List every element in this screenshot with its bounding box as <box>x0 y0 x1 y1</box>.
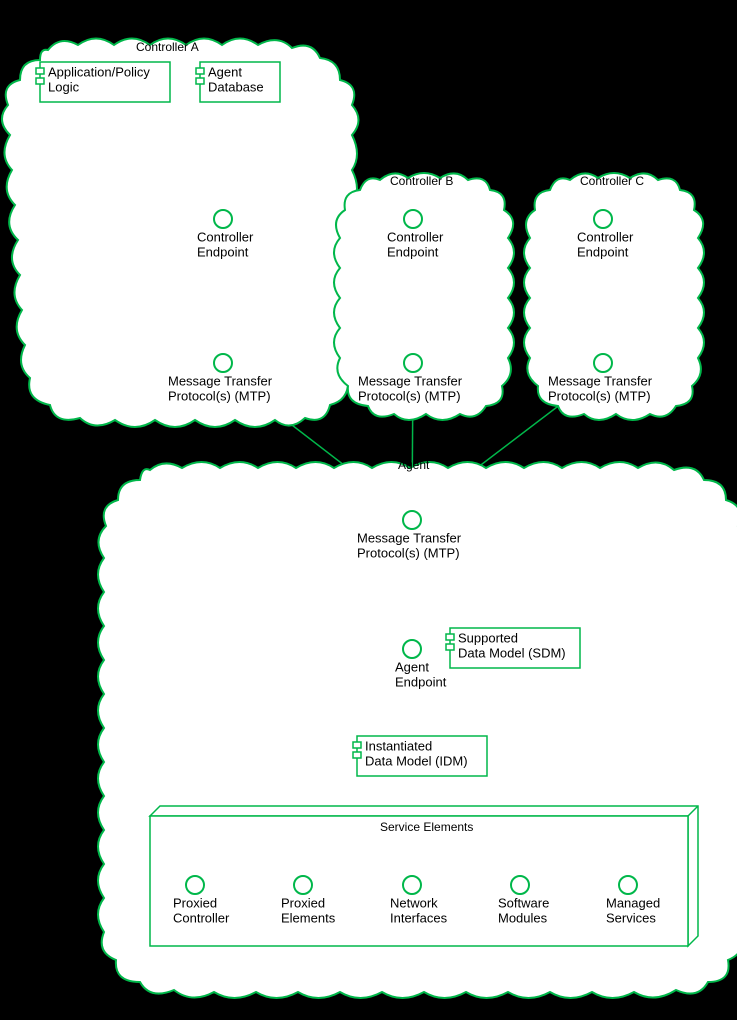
service-elements-title: Service Elements <box>380 820 473 834</box>
svc1-l1: Proxied <box>281 896 325 911</box>
controller-c-mtp-label1: Message Transfer <box>548 374 653 389</box>
controller-b-endpoint-label1: Controller <box>387 230 444 245</box>
app-policy-label2: Logic <box>48 80 80 95</box>
svc0-l2: Controller <box>173 911 230 926</box>
idm-label2: Data Model (IDM) <box>365 754 468 769</box>
app-policy-label1: Application/Policy <box>48 65 150 80</box>
agent-mtp-node <box>403 511 421 529</box>
svc2-l1: Network <box>390 896 438 911</box>
idm-label1: Instantiated <box>365 739 432 754</box>
controller-c-mtp-node <box>594 354 612 372</box>
agent-mtp-label2: Protocol(s) (MTP) <box>357 546 460 561</box>
controller-a-mtp-label1: Message Transfer <box>168 374 273 389</box>
idm-box: Instantiated Data Model (IDM) <box>353 736 487 776</box>
controller-c-endpoint-label2: Endpoint <box>577 245 629 260</box>
controller-a-title: Controller A <box>136 40 199 54</box>
agent-title: Agent <box>398 458 430 472</box>
app-policy-box: Application/Policy Logic <box>36 62 170 102</box>
agent-endpoint-label1: Agent <box>395 660 429 675</box>
agent-db-label1: Agent <box>208 65 242 80</box>
agent-mtp-label1: Message Transfer <box>357 531 462 546</box>
svc1-l2: Elements <box>281 911 336 926</box>
sdm-box: Supported Data Model (SDM) <box>446 628 580 668</box>
controller-b-mtp-node <box>404 354 422 372</box>
controller-b-mtp-label1: Message Transfer <box>358 374 463 389</box>
svc3-l1: Software <box>498 896 549 911</box>
sdm-label2: Data Model (SDM) <box>458 646 566 661</box>
controller-b-mtp-label2: Protocol(s) (MTP) <box>358 389 461 404</box>
controller-c-endpoint-label1: Controller <box>577 230 634 245</box>
svc2-l2: Interfaces <box>390 911 448 926</box>
controller-c-title: Controller C <box>580 174 644 188</box>
svc4-l1: Managed <box>606 896 660 911</box>
controller-b-endpoint-node <box>404 210 422 228</box>
controller-a-endpoint-label1: Controller <box>197 230 254 245</box>
agent-endpoint-node <box>403 640 421 658</box>
controller-b-title: Controller B <box>390 174 453 188</box>
agent-db-label2: Database <box>208 80 264 95</box>
svc4-l2: Services <box>606 911 656 926</box>
controller-b-endpoint-label2: Endpoint <box>387 245 439 260</box>
svc3-l2: Modules <box>498 911 548 926</box>
controller-a-endpoint-node <box>214 210 232 228</box>
controller-a-mtp-label2: Protocol(s) (MTP) <box>168 389 271 404</box>
agent-db-box: Agent Database <box>196 62 280 102</box>
controller-a-endpoint-label2: Endpoint <box>197 245 249 260</box>
controller-c-endpoint-node <box>594 210 612 228</box>
controller-a-mtp-node <box>214 354 232 372</box>
agent-endpoint-label2: Endpoint <box>395 675 447 690</box>
svc0-l1: Proxied <box>173 896 217 911</box>
controller-c-mtp-label2: Protocol(s) (MTP) <box>548 389 651 404</box>
sdm-label1: Supported <box>458 631 518 646</box>
